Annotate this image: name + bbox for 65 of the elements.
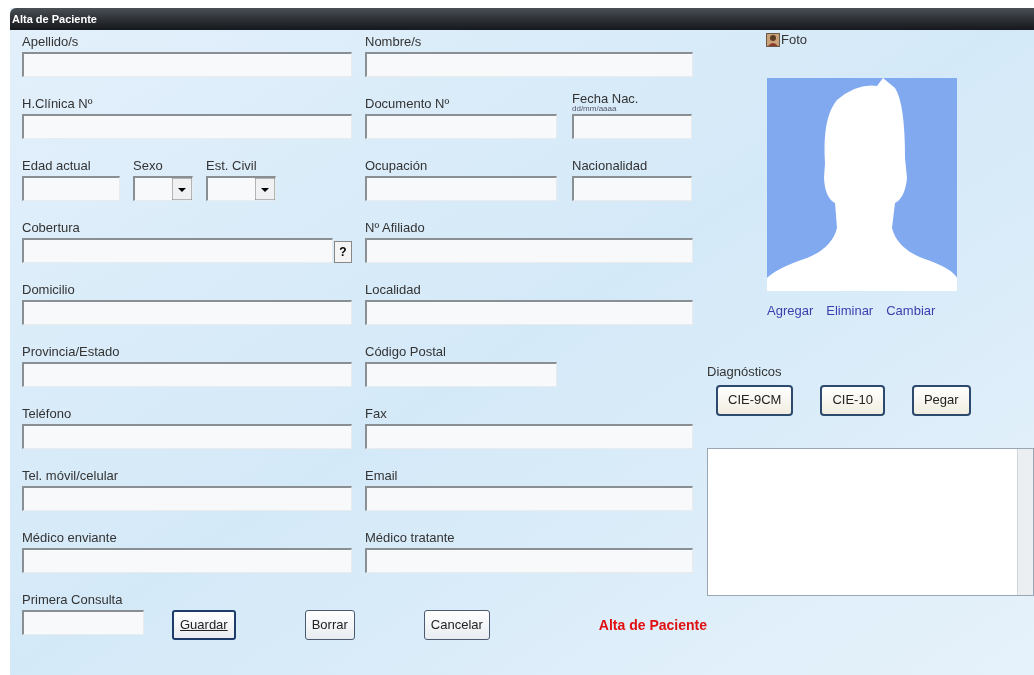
person-icon [766,32,780,47]
input-field[interactable] [22,548,352,573]
caret-icon [172,178,192,200]
photo-link[interactable]: Cambiar [886,300,936,320]
input-field[interactable] [365,362,557,387]
field-label: Email [365,466,399,485]
field-label: Nº Afiliado [365,218,426,237]
field-label: Sexo [133,156,164,175]
diagnoses-label: Diagnósticos [707,363,783,381]
input-field[interactable] [22,424,352,449]
input-field[interactable] [365,114,557,139]
input-field[interactable] [365,548,693,573]
input-field[interactable] [22,300,352,325]
input-field[interactable] [22,176,120,201]
field-label: Cobertura [22,218,81,237]
window-title: Alta de Paciente [12,11,97,27]
field-label: Localidad [365,280,422,299]
field-label: Médico tratante [365,528,456,547]
input-field[interactable] [365,52,693,77]
dropdown[interactable] [206,176,276,201]
input-field[interactable] [22,610,144,635]
caret-icon [255,178,275,200]
field-label: Provincia/Estado [22,342,121,361]
field-label: Código Postal [365,342,447,361]
scrollbar[interactable] [1017,448,1033,595]
action-button[interactable]: Guardar [172,610,236,640]
action-button[interactable]: Borrar [304,610,355,640]
diagnosis-button[interactable]: CIE-9CM [716,384,794,416]
photo-link[interactable]: Eliminar [826,300,874,320]
input-field[interactable] [365,486,693,511]
field-label: Teléfono [22,404,73,423]
input-field[interactable] [365,238,693,263]
field-label: Documento Nº [365,94,451,113]
diagnosis-button[interactable]: Pegar [911,384,971,416]
field-label: Nacionalidad [572,156,649,175]
field-label: Domicilio [22,280,76,299]
input-field[interactable] [22,114,352,139]
dropdown[interactable] [133,176,193,201]
status-text: Alta de Paciente [598,615,707,635]
diagnosis-button[interactable]: CIE-10 [820,384,885,416]
field-label: Apellido/s [22,32,80,51]
photo-label: Foto [781,31,807,49]
input-field[interactable] [572,176,692,201]
action-button[interactable]: Cancelar [423,610,490,640]
field-label: Fax [365,404,388,423]
field-label: Ocupación [365,156,429,175]
input-field[interactable] [22,238,333,263]
input-field[interactable] [22,486,352,511]
field-label: Tel. móvil/celular [22,466,120,485]
input-field[interactable] [365,424,693,449]
input-field[interactable] [22,52,352,77]
field-label: Médico enviante [22,528,118,547]
input-field[interactable] [365,176,557,201]
field-label: H.Clínica Nº [22,94,94,113]
field-label: Est. Civil [206,156,258,175]
field-label: Fecha Nac. [572,92,640,105]
field-label: Primera Consulta [22,590,124,609]
lookup-button[interactable]: ? [334,241,352,263]
field-label: Nombre/s [365,32,423,51]
photo-link[interactable]: Agregar [767,300,814,320]
field-label: Edad actual [22,156,92,175]
input-field[interactable] [22,362,352,387]
input-field[interactable] [365,300,693,325]
input-field[interactable] [572,114,692,139]
format-hint: dd/mm/aaaa [572,105,618,113]
